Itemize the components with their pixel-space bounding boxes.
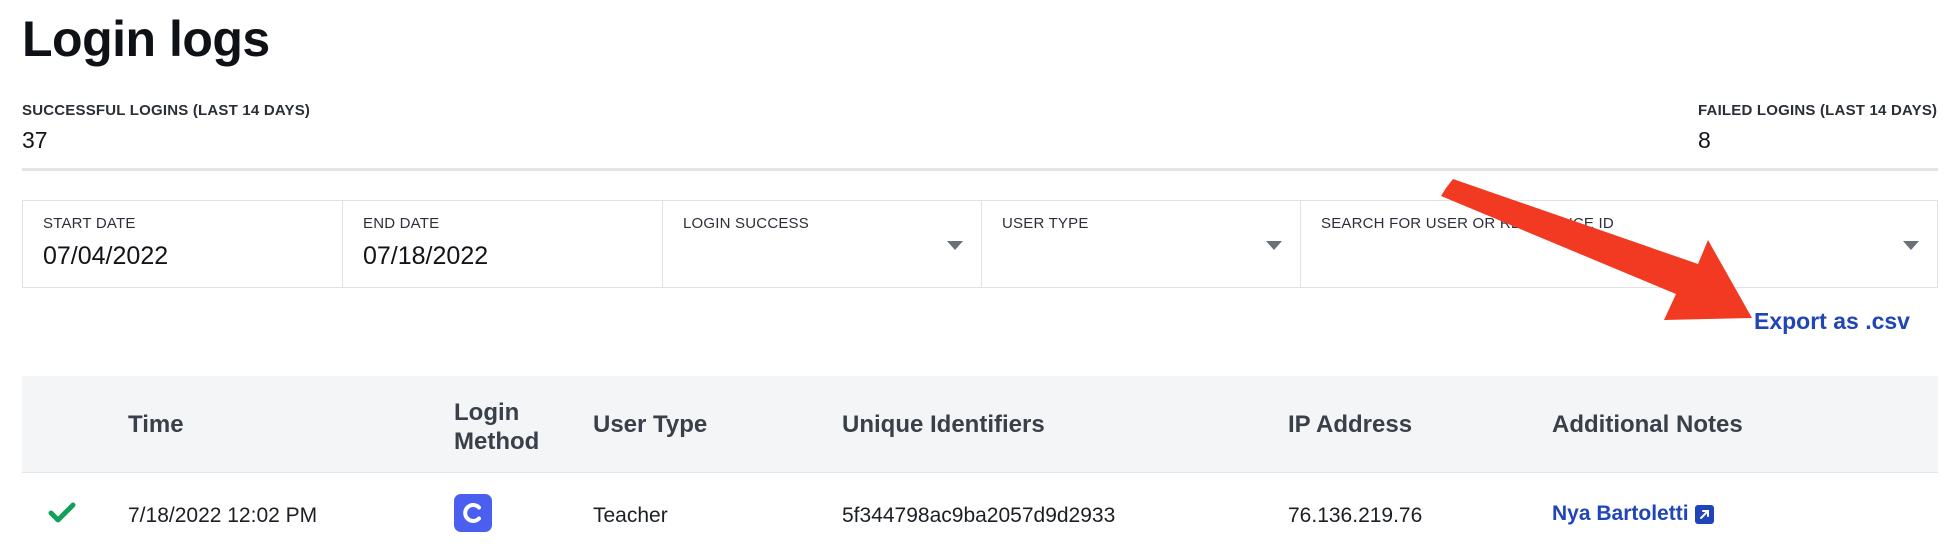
- failed-logins-label: FAILED LOGINS (LAST 14 DAYS): [1698, 102, 1938, 119]
- start-date-filter[interactable]: START DATE: [23, 201, 343, 287]
- successful-logins-label: SUCCESSFUL LOGINS (LAST 14 DAYS): [22, 102, 311, 119]
- row-note-text: Nya Bartoletti: [1552, 502, 1689, 525]
- row-unique-identifier: 5f344798ac9ba2057d9d2933: [842, 504, 1116, 527]
- login-method-header-line1: Login: [454, 399, 520, 426]
- failed-logins-stat: FAILED LOGINS (LAST 14 DAYS) 8: [1698, 102, 1937, 154]
- stats-divider: [22, 168, 1938, 171]
- end-date-input[interactable]: [363, 242, 615, 271]
- user-type-column-header[interactable]: User Type: [593, 411, 707, 439]
- search-user-select[interactable]: SEARCH FOR USER OR REFERENCE ID: [1301, 201, 1937, 287]
- chevron-down-icon[interactable]: [1903, 241, 1919, 250]
- external-link-icon: [1694, 504, 1714, 524]
- row-time: 7/18/2022 12:02 PM: [128, 504, 318, 527]
- row-note-link[interactable]: Nya Bartoletti: [1552, 502, 1714, 526]
- clever-icon: [454, 494, 492, 532]
- additional-notes-column-header[interactable]: Additional Notes: [1552, 411, 1743, 439]
- table-row: 7/18/2022 12:02 PM Teacher 5f344798ac9ba…: [22, 472, 1938, 552]
- user-type-select[interactable]: USER TYPE: [982, 201, 1301, 287]
- time-column-header[interactable]: Time: [128, 411, 184, 439]
- login-success-label: LOGIN SUCCESS: [683, 215, 809, 232]
- ip-address-column-header[interactable]: IP Address: [1288, 411, 1412, 439]
- search-user-label: SEARCH FOR USER OR REFERENCE ID: [1321, 215, 1614, 232]
- chevron-down-icon[interactable]: [947, 241, 963, 250]
- end-date-label: END DATE: [363, 215, 440, 232]
- login-success-select[interactable]: LOGIN SUCCESS: [663, 201, 982, 287]
- page-title: Login logs: [22, 11, 270, 67]
- successful-logins-stat: SUCCESSFUL LOGINS (LAST 14 DAYS) 37: [22, 102, 310, 154]
- start-date-label: START DATE: [43, 215, 136, 232]
- chevron-down-icon[interactable]: [1266, 241, 1282, 250]
- row-user-type: Teacher: [593, 504, 668, 527]
- search-user-input[interactable]: [1321, 242, 1858, 271]
- login-method-header-line2: Method: [454, 428, 540, 455]
- failed-logins-value: 8: [1698, 127, 1711, 153]
- user-type-label: USER TYPE: [1002, 215, 1089, 232]
- export-csv-link[interactable]: Export as .csv: [1754, 308, 1910, 335]
- row-ip-address: 76.136.219.76: [1288, 504, 1423, 527]
- start-date-input[interactable]: [43, 242, 295, 271]
- login-method-column-header[interactable]: Login Method: [454, 398, 539, 456]
- check-icon: [48, 502, 76, 529]
- table-header: Time Login Method User Type Unique Ident…: [22, 376, 1938, 473]
- successful-logins-value: 37: [22, 127, 48, 153]
- end-date-filter[interactable]: END DATE: [343, 201, 663, 287]
- unique-identifiers-column-header[interactable]: Unique Identifiers: [842, 411, 1045, 439]
- filter-bar: START DATE END DATE LOGIN SUCCESS USER T…: [22, 200, 1938, 288]
